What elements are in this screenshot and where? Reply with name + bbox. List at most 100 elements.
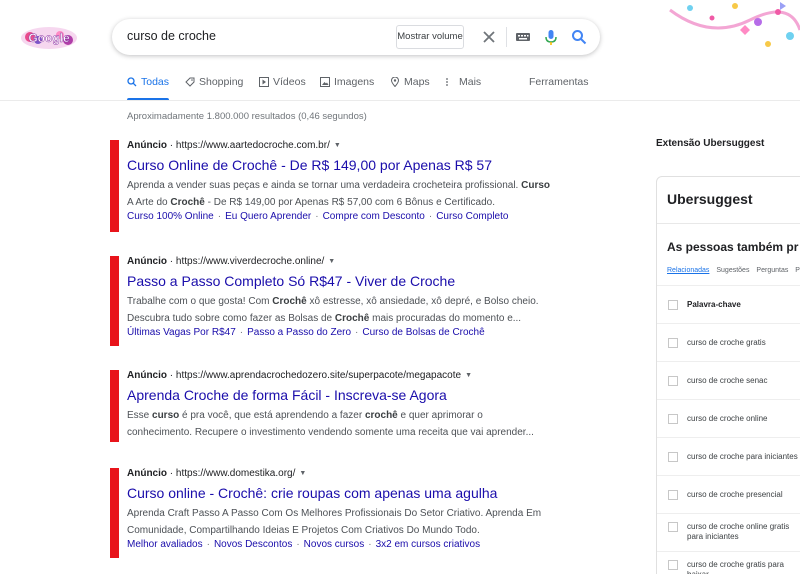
panel-tab-suggestions[interactable]: Sugestões [716, 267, 749, 274]
ad-desc-bold: Crochê [272, 296, 307, 307]
sitelink[interactable]: Curso de Bolsas de Crochê [362, 327, 484, 338]
ad-label: Anúncio [127, 140, 167, 151]
doodle-decoration [669, 2, 800, 47]
ad-desc-text: Comunidade, Compartilhando Ideias E Proj… [127, 525, 480, 536]
keyword-column-header: Palavra-chave [687, 300, 741, 309]
ad-label: Anúncio [127, 468, 167, 479]
ad-desc-text: Aprenda Craft Passo A Passo Com Os Melho… [127, 508, 542, 519]
pin-icon [390, 77, 400, 87]
ad-title-link[interactable]: Passo a Passo Completo Só R$47 - Viver d… [127, 273, 577, 289]
ad-desc-bold: crochê [364, 410, 398, 421]
svg-text:Google: Google [28, 31, 70, 45]
header-divider [0, 100, 800, 101]
search-divider [506, 27, 507, 47]
keyword-checkbox[interactable] [668, 452, 678, 462]
ubersuggest-panel: Ubersuggest As pessoas também pr Relacio… [656, 176, 800, 574]
extension-title: Extensão Ubersuggest [656, 138, 765, 149]
keyword-checkbox[interactable] [668, 490, 678, 500]
keyword-checkbox[interactable] [668, 414, 678, 424]
ad-desc-bold: Crochê [334, 313, 370, 324]
microphone-icon[interactable] [542, 28, 560, 46]
ad-title-link[interactable]: Aprenda Croche de forma Fácil - Inscreva… [127, 387, 577, 403]
keyword-text: curso de croche presencial [687, 490, 783, 499]
panel-tab-related[interactable]: Relacionadas [667, 267, 709, 274]
ad-desc-text: conhecimento. Recupere o investimento ve… [127, 427, 534, 438]
more-dots-icon [446, 78, 448, 86]
keyboard-icon[interactable] [514, 28, 532, 46]
ad-result: Anúncio · https://www.viverdecroche.onli… [110, 256, 580, 346]
sitelink[interactable]: Últimas Vagas Por R$47 [127, 327, 236, 338]
image-icon [320, 77, 330, 87]
tools-label: Ferramentas [529, 76, 589, 88]
result-stats: Aproximadamente 1.800.000 resultados (0,… [127, 111, 367, 122]
ad-desc-text: Trabalhe com o que gosta! Com [127, 296, 270, 307]
ad-label: Anúncio [127, 256, 167, 267]
ad-url[interactable]: https://www.aprendacrochedozero.site/sup… [176, 370, 461, 381]
ad-url[interactable]: https://www.aartedocroche.com.br/ [176, 140, 330, 151]
keyword-text: curso de croche senac [687, 376, 768, 385]
ad-sitelinks: Melhor avaliados · Novos Descontos · Novos c… [127, 539, 481, 550]
tab-shopping[interactable]: Shopping [185, 76, 243, 88]
panel-tab-more[interactable]: Pr [795, 267, 800, 274]
sitelink[interactable]: 3x2 em cursos criativos [376, 539, 480, 550]
tab-images[interactable]: Imagens [320, 76, 374, 88]
tab-all[interactable]: Todas [127, 76, 169, 88]
ad-desc-text: mais procuradas do momento e... [372, 313, 522, 324]
ad-desc-text: A Arte do [127, 197, 168, 208]
panel-divider [657, 223, 800, 224]
sitelink[interactable]: Compre com Desconto [323, 211, 425, 222]
sitelink[interactable]: Melhor avaliados [127, 539, 203, 550]
google-doodle-logo[interactable]: Google [20, 25, 78, 51]
ad-desc-text: e quer aprimorar o [400, 410, 483, 421]
ad-url[interactable]: https://www.domestika.org/ [176, 468, 296, 479]
ad-title-link[interactable]: Curso Online de Crochê - De R$ 149,00 po… [127, 157, 577, 173]
tab-videos[interactable]: Vídeos [259, 76, 306, 88]
tab-label: Imagens [334, 76, 375, 88]
sitelink[interactable]: Passo a Passo do Zero [247, 327, 351, 338]
ad-marker-bar [110, 468, 119, 558]
tab-label: Todas [141, 76, 170, 88]
sitelink[interactable]: Novos cursos [304, 539, 365, 550]
ad-marker-bar [110, 256, 119, 346]
ad-desc-text: Descubra tudo sobre como fazer as Bolsas… [127, 313, 333, 324]
tools-button[interactable]: Ferramentas [529, 76, 589, 88]
keyword-checkbox[interactable] [668, 338, 678, 348]
ad-url[interactable]: https://www.viverdecroche.online/ [176, 256, 324, 267]
caret-down-icon[interactable]: ▼ [328, 258, 335, 265]
search-icon[interactable] [570, 28, 588, 46]
sitelink[interactable]: Curso 100% Online [127, 211, 214, 222]
tab-label: Vídeos [273, 76, 306, 88]
keyword-row: curso de croche senac [657, 361, 800, 399]
sitelink[interactable]: Eu Quero Aprender [225, 211, 311, 222]
ad-meta: Anúncio · https://www.domestika.org/▼ [127, 468, 307, 479]
ad-description: Trabalhe com o que gosta! Com Crochê xô … [127, 293, 577, 327]
ad-marker-bar [110, 140, 119, 232]
keyword-row: curso de croche gratis [657, 323, 800, 361]
keyword-checkbox[interactable] [668, 560, 678, 570]
ad-title-link[interactable]: Curso online - Crochê: crie roupas com a… [127, 485, 577, 501]
ad-sitelinks: Últimas Vagas Por R$47 · Passo a Passo do … [127, 327, 485, 338]
tab-maps[interactable]: Maps [390, 76, 430, 88]
select-all-checkbox[interactable] [668, 300, 678, 310]
sitelink[interactable]: Curso Completo [436, 211, 508, 222]
keyword-checkbox[interactable] [668, 522, 678, 532]
caret-down-icon[interactable]: ▼ [465, 372, 472, 379]
tab-label: Mais [459, 76, 482, 88]
keyword-text: curso de croche gratis [687, 338, 766, 347]
panel-tab-questions[interactable]: Perguntas [756, 267, 788, 274]
keyword-checkbox[interactable] [668, 376, 678, 386]
search-box[interactable]: curso de croche Mostrar volume [112, 19, 600, 55]
keyword-row: curso de croche presencial [657, 475, 800, 513]
caret-down-icon[interactable]: ▼ [334, 142, 341, 149]
sitelink[interactable]: Novos Descontos [214, 539, 292, 550]
ad-meta: Anúncio · https://www.viverdecroche.onli… [127, 256, 336, 267]
show-volume-button[interactable]: Mostrar volume [396, 25, 464, 49]
keyword-row: curso de croche gratis para baixar [657, 551, 800, 574]
panel-tabs: Relacionadas Sugestões Perguntas Pr [667, 267, 800, 274]
tab-more[interactable]: Mais [445, 76, 481, 88]
keyword-text: curso de croche para iniciantes [687, 452, 798, 461]
search-input[interactable]: curso de croche [127, 29, 216, 43]
caret-down-icon[interactable]: ▼ [299, 470, 306, 477]
ad-description: Esse curso é pra você, que está aprenden… [127, 407, 577, 441]
clear-icon[interactable] [480, 28, 498, 46]
